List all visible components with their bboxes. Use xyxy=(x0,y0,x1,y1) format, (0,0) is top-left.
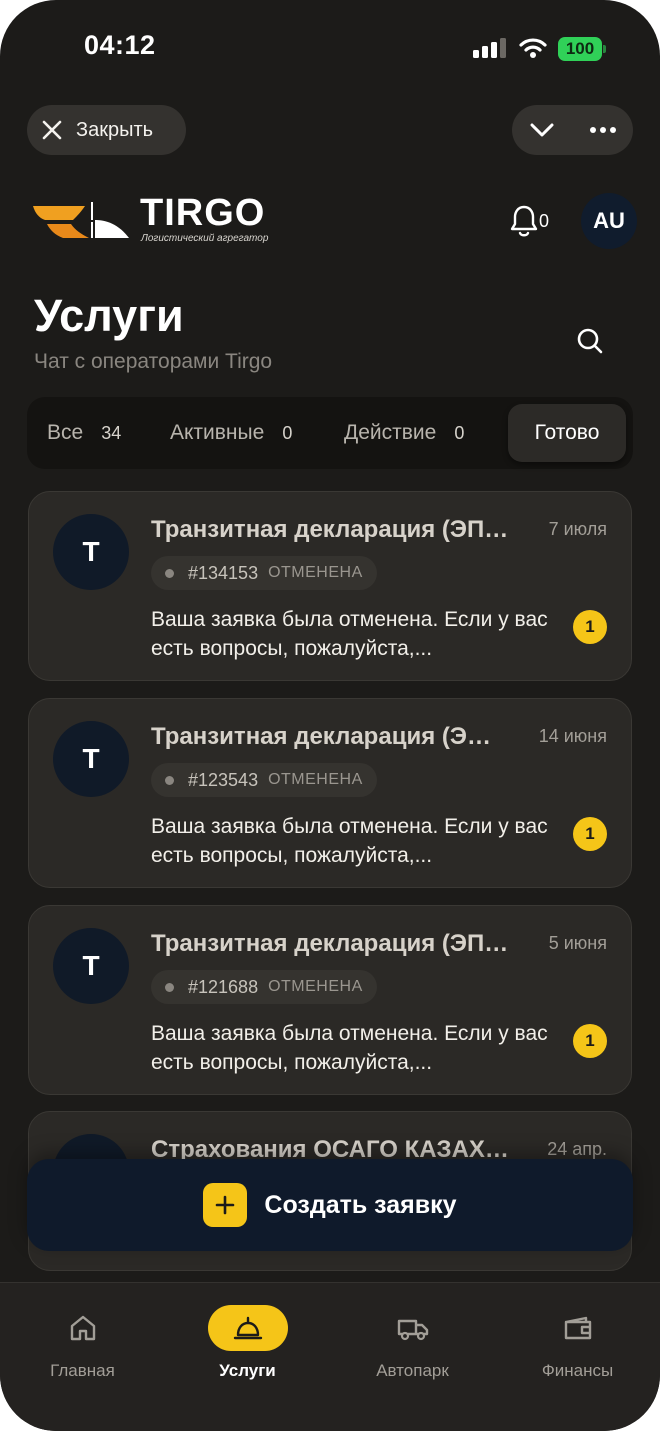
tab-count: 34 xyxy=(101,422,122,443)
tab-label: Все xyxy=(47,421,84,444)
nav-services[interactable]: Услуги xyxy=(165,1283,330,1393)
more-icon[interactable] xyxy=(589,119,617,141)
create-request-label: Создать заявку xyxy=(264,1190,457,1219)
plus-icon xyxy=(203,1183,248,1227)
request-message: Ваша заявка была отменена. Если у вас ес… xyxy=(151,1022,548,1074)
request-card[interactable]: T Транзитная декларация (ЭП… 7 июля #134… xyxy=(28,491,632,681)
tirgo-logo-icon xyxy=(33,202,129,238)
user-avatar[interactable]: AU xyxy=(581,193,637,249)
request-status: ОТМЕНЕНА xyxy=(268,771,363,788)
request-message: Ваша заявка была отменена. Если у вас ес… xyxy=(151,608,548,660)
close-label: Закрыть xyxy=(76,118,154,141)
status-dot xyxy=(165,982,174,992)
page-subtitle: Чат с операторами Tirgo xyxy=(34,350,273,373)
request-title: Транзитная декларация (Э… xyxy=(151,723,491,750)
close-button[interactable]: Закрыть xyxy=(27,105,186,155)
wifi-icon xyxy=(519,38,547,58)
wallet-icon xyxy=(538,1305,618,1351)
status-dot xyxy=(165,775,174,785)
search-icon[interactable] xyxy=(570,322,610,362)
unread-badge: 1 xyxy=(573,610,607,644)
status-time: 04:12 xyxy=(84,30,156,60)
cellular-signal-icon xyxy=(473,38,506,58)
request-title: Транзитная декларация (ЭП… xyxy=(151,930,509,957)
request-id: #123543 xyxy=(188,769,259,790)
truck-icon xyxy=(373,1305,453,1351)
service-bell-icon xyxy=(207,1305,288,1351)
notification-count: 0 xyxy=(539,211,550,231)
request-card[interactable]: T Транзитная декларация (Э… 14 июня #123… xyxy=(28,698,632,888)
page-title: Услуги xyxy=(34,290,184,341)
brand-tagline: Логистический агрегатор xyxy=(141,233,269,244)
request-status: ОТМЕНЕНА xyxy=(268,564,363,581)
request-card[interactable]: T Транзитная декларация (ЭП… 5 июня #121… xyxy=(28,905,632,1095)
tab-count: 0 xyxy=(282,422,293,443)
request-title: Транзитная декларация (ЭП… xyxy=(151,516,509,543)
nav-fleet[interactable]: Автопарк xyxy=(330,1283,495,1393)
bottom-navigation: Главная Услуги Автопарк Финансы xyxy=(0,1282,660,1431)
request-avatar: T xyxy=(53,928,129,1004)
request-date: 14 июня xyxy=(538,726,607,746)
unread-badge: 1 xyxy=(573,1024,607,1058)
request-avatar: T xyxy=(53,721,129,797)
home-icon xyxy=(43,1305,123,1351)
request-id: #134153 xyxy=(188,562,259,583)
nav-label: Главная xyxy=(50,1361,115,1380)
tab-count: 0 xyxy=(454,422,465,443)
status-dot xyxy=(165,568,174,578)
status-badge: #121688 ОТМЕНЕНА xyxy=(151,970,377,1004)
status-badge: #134153 ОТМЕНЕНА xyxy=(151,556,377,590)
nav-finance[interactable]: Финансы xyxy=(495,1283,660,1393)
mini-app-menu xyxy=(512,105,633,155)
filter-tabs: Все 34 Активные 0 Действие 0 Готово xyxy=(27,397,633,469)
app-screen: 04:12 100 Закрыть TIRGO Логистический аг… xyxy=(0,0,660,1431)
request-date: 5 июня xyxy=(548,933,607,953)
tab-label: Активные xyxy=(170,421,265,444)
request-avatar: T xyxy=(53,514,129,590)
nav-label: Автопарк xyxy=(376,1361,449,1380)
request-id: #121688 xyxy=(188,976,259,997)
brand-name: TIRGO xyxy=(140,192,266,234)
request-status: ОТМЕНЕНА xyxy=(268,978,363,995)
battery-indicator: 100 xyxy=(558,37,602,61)
status-badge: #123543 ОТМЕНЕНА xyxy=(151,763,377,797)
unread-badge: 1 xyxy=(573,817,607,851)
tab-action[interactable]: Действие 0 xyxy=(344,397,464,469)
nav-label: Услуги xyxy=(219,1361,276,1380)
request-message: Ваша заявка была отменена. Если у вас ес… xyxy=(151,815,548,867)
bell-icon[interactable] xyxy=(510,204,538,238)
request-date: 7 июля xyxy=(548,519,607,539)
tab-label: Действие xyxy=(344,421,437,444)
tab-done[interactable]: Готово xyxy=(508,404,626,462)
chevron-down-icon[interactable] xyxy=(528,119,556,141)
nav-label: Финансы xyxy=(541,1361,614,1380)
tab-all[interactable]: Все 34 xyxy=(47,397,121,469)
battery-tip xyxy=(603,45,606,53)
tab-active[interactable]: Активные 0 xyxy=(170,397,292,469)
nav-home[interactable]: Главная xyxy=(0,1283,165,1393)
create-request-button[interactable]: Создать заявку xyxy=(27,1159,633,1251)
close-icon xyxy=(42,120,62,140)
request-date: 24 апр. xyxy=(547,1139,607,1159)
